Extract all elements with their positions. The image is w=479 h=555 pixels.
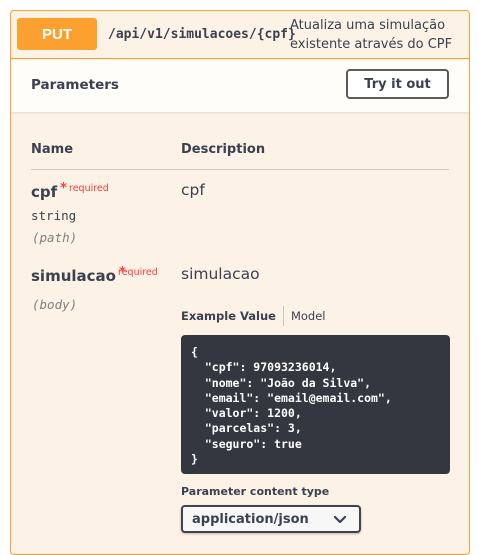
content-type-label: Parameter content type (181, 485, 330, 498)
body-tabs: Example Value Model (181, 305, 326, 327)
operation-block-put: PUT /api/v1/simulacoes/{cpf} Atualiza um… (10, 10, 470, 555)
param-name-simulacao: simulacao * (31, 265, 126, 285)
example-json-code[interactable]: { "cpf": 97093236014, "nome": "João da S… (181, 335, 450, 474)
method-badge: PUT (17, 18, 97, 50)
operation-description: Atualiza uma simulação existente através… (290, 18, 453, 52)
endpoint-path: /api/v1/simulacoes/{cpf} (108, 27, 296, 42)
try-it-out-button[interactable]: Try it out (346, 69, 449, 99)
tab-example-value[interactable]: Example Value (181, 306, 284, 326)
chevron-down-icon (333, 514, 347, 529)
content-type-value: application/json (192, 511, 309, 527)
required-label: required (118, 267, 158, 278)
param-location: (path) (32, 230, 78, 245)
param-description-simulacao: simulacao (181, 265, 260, 283)
operation-summary[interactable]: PUT /api/v1/simulacoes/{cpf} Atualiza um… (11, 11, 469, 59)
header-divider (31, 169, 449, 170)
parameters-header: Parameters Try it out (11, 60, 469, 112)
tab-model[interactable]: Model (284, 306, 326, 326)
content-type-select[interactable]: application/json (181, 505, 361, 533)
required-star: * (60, 181, 67, 196)
column-header-name: Name (31, 142, 74, 157)
param-name-label: simulacao (31, 267, 116, 285)
column-header-description: Description (181, 142, 266, 157)
param-name-label: cpf (31, 183, 58, 201)
param-type: string (31, 208, 77, 223)
param-description-cpf: cpf (181, 181, 205, 199)
param-name-cpf: cpf * (31, 181, 67, 201)
param-location: (body) (32, 297, 78, 312)
parameters-title: Parameters (31, 77, 119, 93)
required-label: required (69, 183, 109, 194)
